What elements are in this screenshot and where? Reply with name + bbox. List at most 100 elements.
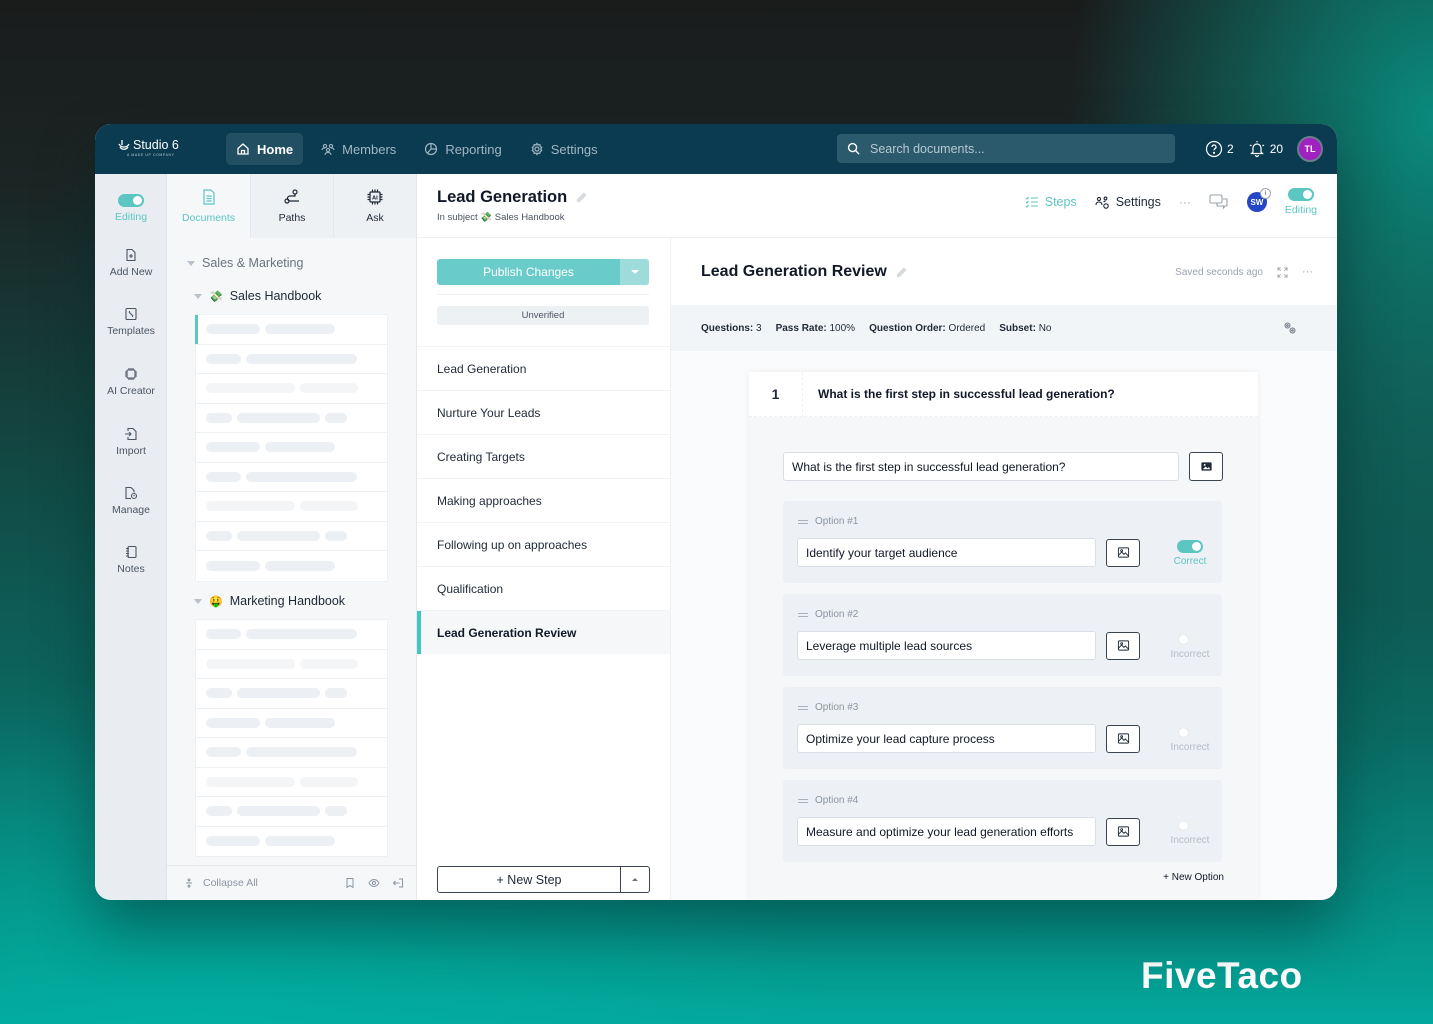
tab-ask[interactable]: AI Ask	[333, 174, 416, 238]
header-editing-toggle[interactable]: Editing	[1285, 188, 1317, 216]
drag-handle-icon[interactable]	[798, 519, 808, 524]
option-image-button[interactable]	[1106, 538, 1140, 567]
nav-members[interactable]: Members	[311, 133, 406, 165]
nav-settings-label: Settings	[550, 141, 598, 157]
step-list: Lead Generation Nurture Your Leads Creat…	[417, 346, 670, 654]
new-step-button[interactable]: + New Step	[438, 867, 621, 892]
publish-changes-button[interactable]: Publish Changes	[437, 259, 620, 285]
option-image-button[interactable]	[1106, 817, 1140, 846]
notifications-button[interactable]: 20	[1248, 140, 1283, 158]
doc-list-item[interactable]	[196, 463, 387, 492]
doc-list-item[interactable]	[196, 650, 387, 679]
eye-icon[interactable]	[368, 877, 380, 889]
header-editing-switch[interactable]	[1287, 188, 1314, 201]
more-options-icon[interactable]: ···	[1302, 266, 1313, 278]
verification-status[interactable]: Unverified	[437, 306, 649, 325]
app-logo[interactable]: Studio 6 a made up company	[117, 138, 179, 157]
rail-notes[interactable]: Notes	[95, 545, 167, 575]
collapse-all-button[interactable]: Collapse All	[183, 877, 258, 889]
question-image-button[interactable]	[1189, 452, 1223, 481]
doc-list-item[interactable]	[196, 768, 387, 797]
doc-list-item[interactable]	[196, 345, 387, 374]
doc-list-item[interactable]	[196, 620, 387, 650]
tab-paths[interactable]: Paths	[250, 174, 333, 238]
step-item[interactable]: Lead Generation	[417, 346, 670, 390]
option-text-input[interactable]	[797, 817, 1096, 846]
help-button[interactable]: 2	[1205, 140, 1234, 158]
doc-list-item[interactable]	[196, 827, 387, 857]
doc-list-item[interactable]	[196, 492, 387, 522]
search-input[interactable]	[870, 141, 1150, 156]
rail-templates[interactable]: Templates	[95, 307, 167, 337]
correct-toggle[interactable]: Incorrect	[1168, 726, 1212, 753]
rail-add-new[interactable]: Add New	[95, 248, 167, 278]
doc-list-item[interactable]	[196, 551, 387, 581]
meta-pass-rate: Pass Rate: 100%	[776, 323, 856, 334]
correct-switch[interactable]	[1177, 633, 1203, 646]
option-image-button[interactable]	[1106, 631, 1140, 660]
subject-marketing-handbook[interactable]: 🤑 Marketing Handbook	[194, 594, 345, 608]
quiz-settings-gear-icon[interactable]	[1283, 321, 1297, 335]
correct-switch[interactable]	[1177, 819, 1203, 832]
steps-button[interactable]: Steps	[1025, 195, 1077, 209]
correct-toggle[interactable]: Incorrect	[1168, 819, 1212, 846]
subject-sales-handbook[interactable]: 💸 Sales Handbook	[194, 289, 321, 303]
doc-list-item[interactable]	[196, 679, 387, 709]
doc-list-item[interactable]	[195, 315, 387, 345]
step-item[interactable]: Qualification	[417, 566, 670, 610]
correct-toggle[interactable]: Incorrect	[1168, 633, 1212, 660]
search-box[interactable]	[837, 134, 1175, 163]
editing-toggle[interactable]: Editing	[95, 194, 167, 223]
correct-switch[interactable]	[1177, 540, 1203, 553]
question-text-input[interactable]	[783, 452, 1179, 481]
step-item[interactable]: Following up on approaches	[417, 522, 670, 566]
collaborator-avatar[interactable]: SW	[1246, 188, 1271, 212]
doc-list-item[interactable]	[196, 522, 387, 551]
rail-import[interactable]: Import	[95, 427, 167, 457]
option-text-input[interactable]	[797, 724, 1096, 753]
doc-settings-button[interactable]: Settings	[1095, 195, 1161, 210]
new-option-button[interactable]: + New Option	[1163, 872, 1224, 883]
nav-home[interactable]: Home	[226, 133, 304, 165]
group-sales-marketing[interactable]: Sales & Marketing	[187, 256, 303, 270]
doc-list-item[interactable]	[196, 738, 387, 768]
subject-link[interactable]: Sales Handbook	[495, 212, 565, 223]
bookmark-icon[interactable]	[344, 877, 356, 889]
pencil-icon[interactable]	[575, 191, 588, 204]
exit-panel-icon[interactable]	[392, 877, 404, 889]
doc-list-item[interactable]	[196, 797, 387, 827]
rail-ai-creator[interactable]: AI Creator	[95, 367, 167, 397]
pencil-icon[interactable]	[895, 266, 908, 279]
tab-documents[interactable]: Documents	[167, 174, 250, 238]
doc-list-item[interactable]	[196, 374, 387, 404]
option-text-input[interactable]	[797, 538, 1096, 567]
correct-toggle[interactable]: Correct	[1168, 540, 1212, 567]
nav-settings[interactable]: Settings	[520, 133, 608, 165]
doc-list-item[interactable]	[196, 709, 387, 738]
doc-list-item[interactable]	[196, 433, 387, 463]
step-item[interactable]: Making approaches	[417, 478, 670, 522]
publish-dropdown-button[interactable]	[620, 259, 649, 285]
more-options-icon[interactable]: ···	[1179, 195, 1191, 209]
drag-handle-icon[interactable]	[798, 798, 808, 803]
drag-handle-icon[interactable]	[798, 612, 808, 617]
option-image-button[interactable]	[1106, 724, 1140, 753]
drag-handle-icon[interactable]	[798, 705, 808, 710]
editing-switch[interactable]	[118, 194, 144, 207]
new-step-dropdown-button[interactable]	[621, 867, 649, 892]
option-text-input[interactable]	[797, 631, 1096, 660]
comments-icon[interactable]	[1209, 194, 1229, 210]
expand-icon[interactable]	[1277, 266, 1288, 278]
step-item[interactable]: Nurture Your Leads	[417, 390, 670, 434]
rail-manage[interactable]: Manage	[95, 486, 167, 516]
doc-list-item[interactable]	[196, 404, 387, 433]
review-title-text: Lead Generation Review	[701, 263, 887, 280]
user-avatar[interactable]: TL	[1297, 136, 1324, 162]
correct-switch[interactable]	[1177, 726, 1203, 739]
step-item[interactable]: Creating Targets	[417, 434, 670, 478]
money-face-emoji-icon: 🤑	[209, 595, 223, 608]
meta-question-order: Question Order: Ordered	[869, 323, 985, 334]
document-icon	[202, 189, 215, 205]
nav-reporting[interactable]: Reporting	[414, 133, 511, 165]
step-item-active[interactable]: Lead Generation Review	[417, 610, 670, 654]
